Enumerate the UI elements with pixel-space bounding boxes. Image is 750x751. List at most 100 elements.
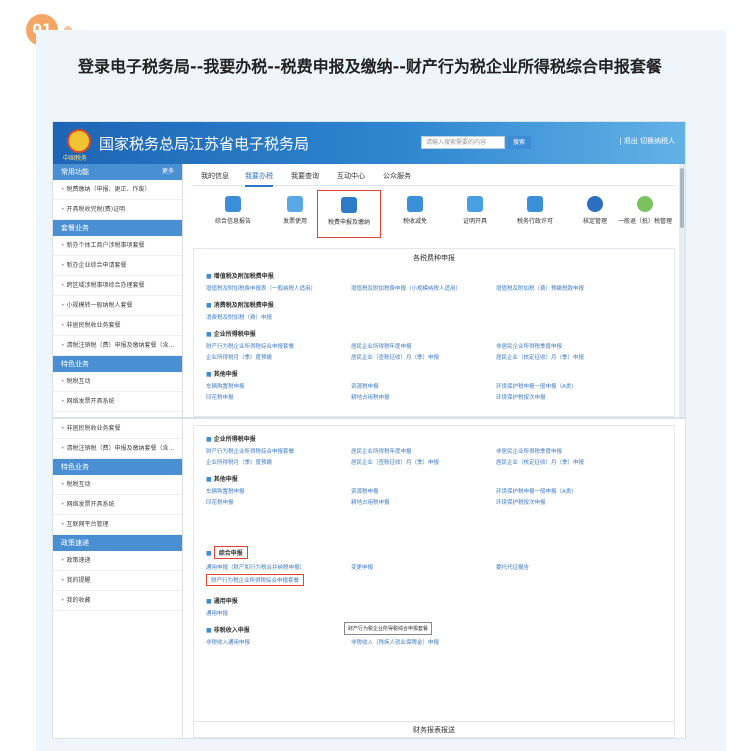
tab-public[interactable]: 公众服务 [383, 171, 411, 181]
scroll-thumb[interactable] [680, 168, 684, 228]
sidebar-item[interactable]: 清税注销税（费）申报及缴纳套餐（含... [53, 336, 182, 356]
emblem-caption: 中国税务 [63, 155, 88, 162]
tab-query[interactable]: 我要查询 [291, 171, 319, 181]
declare-link[interactable]: 居民企业（核定征收）月（季）申报 [496, 458, 641, 466]
declare-link[interactable]: 变更申报 [351, 563, 496, 571]
finance-report-bar[interactable]: 财务报表报送 [194, 721, 674, 737]
link-row: 印花税申报 耕地占用税申报 环境保护税按次申报 [206, 393, 674, 401]
declare-link[interactable]: 环境保护税申报一般申报（A类） [496, 487, 641, 495]
declare-link[interactable]: 财产行为税企业所得税综合申报套餐 [206, 447, 351, 455]
func-invoice[interactable]: 发票使用 [265, 190, 325, 225]
func-certificate[interactable]: 证明开具 [445, 190, 505, 225]
sidebar-item[interactable]: 开具税收完税(费)证明 [53, 200, 182, 220]
sidebar-item[interactable]: 非居民税收业务套餐 [53, 316, 182, 336]
sidebar-item[interactable]: 互联网平台管理 [53, 515, 182, 535]
sidebar-item[interactable]: 政策速递 [53, 551, 182, 571]
declare-link[interactable]: 耕地占用税申报 [351, 393, 496, 401]
sidebar-item[interactable]: 税税互动 [53, 372, 182, 392]
declare-link[interactable]: 环境保护税按次申报 [496, 498, 641, 506]
declare-link[interactable]: 非税收入（残疾人就业保障金）申报 [351, 638, 496, 646]
logout-link[interactable]: | 退出 切换纳税人 [619, 136, 675, 146]
sidebar-head-common[interactable]: 常用功能 更多 [53, 164, 182, 180]
func-info-report[interactable]: 综合信息报告 [203, 190, 263, 225]
declare-link[interactable]: 居民企业（查账征收）月（季）申报 [351, 353, 496, 361]
section-other: 其他申报 [206, 369, 674, 378]
section-comprehensive: 综合申报 [206, 546, 674, 559]
header-bar: 中国税务 国家税务总局江苏省电子税务局 请输入搜索需要的内容 搜索 | 退出 切… [53, 122, 685, 164]
declare-link[interactable]: 环境保护税按次申报 [496, 393, 641, 401]
declare-link[interactable]: 非税收入通用申报 [206, 638, 351, 646]
sidebar-head-label: 常用功能 [61, 168, 89, 176]
declare-link[interactable]: 居民企业（查账征收）月（季）申报 [351, 458, 496, 466]
declare-link[interactable]: 通用申报（财产和行为税合并纳税申报） [206, 563, 351, 571]
tab-my-info[interactable]: 我的信息 [201, 171, 229, 181]
sidebar-item[interactable]: 非居民税收业务套餐 [53, 419, 182, 439]
search-button[interactable]: 搜索 [507, 136, 531, 149]
declare-link[interactable]: 非居民企业所得税季度申报 [496, 342, 641, 350]
declare-link[interactable]: 资源税申报 [351, 382, 496, 390]
sidebar-item[interactable]: 我的收藏 [53, 591, 182, 611]
sidebar-item[interactable]: 小规模转一般纳税人套餐 [53, 296, 182, 316]
declare-panel: 企业所得税申报 财产行为税企业所得税综合申报套餐居民企业所得税年度申报非居民企业… [193, 425, 675, 738]
sidebar-item[interactable]: 网络发票开具系统 [53, 392, 182, 412]
declare-link[interactable]: 居民企业所得税年度申报 [351, 342, 496, 350]
declare-link[interactable]: 委托代征报告 [496, 563, 641, 571]
shield-icon [587, 196, 603, 212]
scrollbar[interactable] [679, 164, 685, 417]
sidebar-head-policy[interactable]: 政策速递 [53, 535, 182, 551]
declare-link[interactable]: 印花税申报 [206, 393, 351, 401]
emblem-icon [67, 129, 91, 153]
combo-declare-link[interactable]: 财产行为税企业所得税综合申报套餐 [206, 574, 305, 586]
sidebar-item[interactable]: 新办企业综合申请套餐 [53, 256, 182, 276]
main-area: 我的信息 我要办税 我要查询 互动中心 公众服务 综合信息报告 发票使用 税费申… [193, 164, 675, 417]
more-link[interactable]: 更多 [162, 164, 174, 180]
link-row: 非税收入通用申报 非税收入（残疾人就业保障金）申报 [206, 638, 674, 646]
sidebar-item[interactable]: 我的提醒 [53, 571, 182, 591]
declare-link[interactable]: 通用申报 [206, 609, 351, 617]
declare-link[interactable]: 车辆购置税申报 [206, 382, 351, 390]
declare-link[interactable]: 非居民企业所得税季度申报 [496, 447, 641, 455]
declare-link[interactable]: 耕地占用税申报 [351, 498, 496, 506]
declare-link[interactable]: 车辆购置税申报 [206, 487, 351, 495]
declare-link[interactable]: 企业所得税月（季）度预缴 [206, 458, 351, 466]
declare-link[interactable]: 增值税及附加税费申报表（一般纳税人适用） [206, 284, 351, 292]
screenshot-bottom: 非居民税收业务套餐 清税注销税（费）申报及缴纳套餐（含... 特色业务 税税互动… [52, 418, 686, 739]
sidebar-item[interactable]: 税税互动 [53, 475, 182, 495]
search-input[interactable]: 请输入搜索需要的内容 [421, 136, 505, 149]
sidebar-item[interactable]: 跨区域涉税事项综合办理套餐 [53, 276, 182, 296]
main-area: 企业所得税申报 财产行为税企业所得税综合申报套餐居民企业所得税年度申报非居民企业… [193, 419, 675, 738]
func-tax-declare[interactable]: 税费申报及缴纳 [317, 190, 381, 238]
func-license[interactable]: 税务行政许可 [505, 190, 565, 225]
declare-link[interactable]: 印花税申报 [206, 498, 351, 506]
link-row: 财产行为税企业所得税综合申报套餐 [206, 574, 674, 586]
sidebar-item[interactable]: 网络发票开具系统 [53, 495, 182, 515]
func-label: 证明开具 [462, 218, 487, 225]
declare-link[interactable]: 企业所得税月（季）度预缴 [206, 353, 351, 361]
func-label: 税费申报及缴纳 [327, 219, 370, 226]
section-cit: 企业所得税申报 [206, 329, 674, 338]
tab-do-tax[interactable]: 我要办税 [245, 171, 273, 187]
declare-link[interactable]: 增值税及附加税（费）预缴税款申报 [496, 284, 641, 292]
declare-link[interactable]: 财产行为税企业所得税综合申报套餐 [206, 342, 351, 350]
sidebar-head-package[interactable]: 套餐业务 [53, 220, 182, 236]
sidebar-head-feature[interactable]: 特色业务 [53, 459, 182, 475]
tab-interact[interactable]: 互动中心 [337, 171, 365, 181]
tab-bar: 我的信息 我要办税 我要查询 互动中心 公众服务 [193, 164, 675, 187]
declare-link[interactable]: 环境保护税申报一般申报（A类） [496, 382, 641, 390]
declare-link[interactable]: 居民企业（核定征收）月（季）申报 [496, 353, 641, 361]
declare-link[interactable]: 增值税及附加税费申报（小规模纳税人适用） [351, 284, 496, 292]
func-refund[interactable]: 一般退（抵）税管理 [615, 190, 675, 225]
sidebar-item[interactable]: 清税注销税（费）申报及缴纳套餐（含... [53, 439, 182, 459]
declare-link[interactable]: 资源税申报 [351, 487, 496, 495]
sidebar-item[interactable]: 新办个体工商户涉税事项套餐 [53, 236, 182, 256]
sidebar-item[interactable]: 税费缴纳（申报、更正、作废） [53, 180, 182, 200]
declare-link[interactable]: 消费税及附加税（费）申报 [206, 313, 351, 321]
sidebar-head-feature[interactable]: 特色业务 [53, 356, 182, 372]
func-tax-relief[interactable]: 税收减免 [385, 190, 445, 225]
declare-link[interactable]: 居民企业所得税年度申报 [351, 447, 496, 455]
relief-icon [407, 196, 423, 212]
func-label: 发票使用 [282, 218, 307, 225]
info-report-icon [225, 196, 241, 212]
func-label: 综合信息报告 [214, 218, 251, 225]
section-cit: 企业所得税申报 [206, 434, 674, 443]
